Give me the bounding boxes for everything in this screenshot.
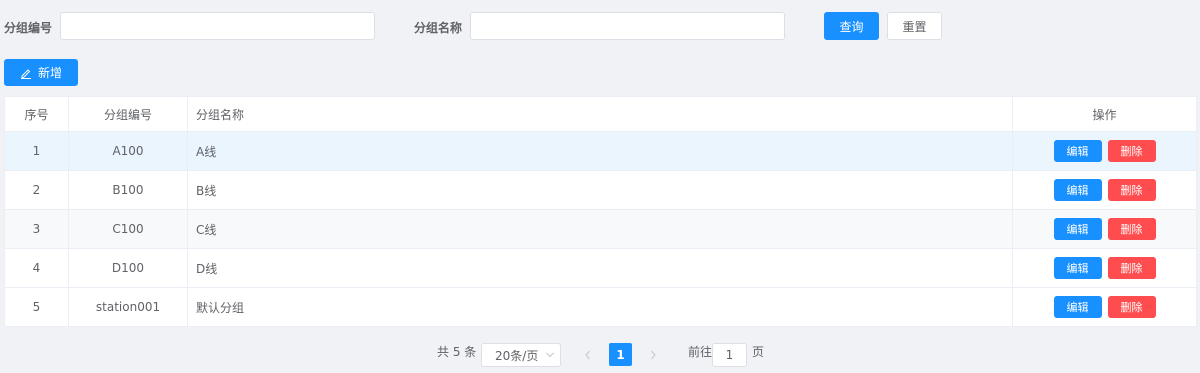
- row-code: station001: [68, 287, 188, 327]
- reset-button[interactable]: 重置: [887, 12, 942, 40]
- chevron-left-icon: [585, 350, 590, 360]
- row-name: A线: [187, 131, 1013, 171]
- row-code: B100: [68, 170, 188, 210]
- row-name: C线: [187, 209, 1013, 249]
- table-row[interactable]: 4 D100 D线 编辑 删除: [4, 248, 1197, 288]
- table-row[interactable]: 5 station001 默认分组 编辑 删除: [4, 287, 1197, 327]
- row-index: 1: [4, 131, 69, 171]
- delete-button[interactable]: 删除: [1107, 179, 1156, 201]
- chevron-right-icon: [651, 350, 656, 360]
- group-no-label: 分组编号: [4, 21, 53, 35]
- edit-icon: [20, 68, 31, 79]
- column-header-index: 序号: [4, 96, 69, 132]
- table-row[interactable]: 1 A100 A线 编辑 删除: [4, 131, 1197, 171]
- prev-page-button[interactable]: [584, 349, 592, 363]
- edit-button[interactable]: 编辑: [1053, 179, 1102, 201]
- delete-button[interactable]: 删除: [1107, 218, 1156, 240]
- row-index: 3: [4, 209, 69, 249]
- table-row[interactable]: 2 B100 B线 编辑 删除: [4, 170, 1197, 210]
- delete-button[interactable]: 删除: [1107, 296, 1156, 318]
- row-code: A100: [68, 131, 188, 171]
- page-number-current[interactable]: 1: [609, 343, 632, 366]
- edit-button[interactable]: 编辑: [1053, 140, 1102, 162]
- group-no-input[interactable]: [60, 12, 375, 40]
- table-row[interactable]: 3 C100 C线 编辑 删除: [4, 209, 1197, 249]
- row-index: 5: [4, 287, 69, 327]
- row-code: D100: [68, 248, 188, 288]
- delete-button[interactable]: 删除: [1107, 257, 1156, 279]
- query-button[interactable]: 查询: [824, 12, 879, 40]
- row-index: 2: [4, 170, 69, 210]
- edit-button[interactable]: 编辑: [1053, 257, 1102, 279]
- column-header-name: 分组名称: [187, 96, 1013, 132]
- row-index: 4: [4, 248, 69, 288]
- goto-prefix: 前往: [688, 345, 713, 359]
- group-name-label: 分组名称: [414, 21, 463, 35]
- group-name-input[interactable]: [470, 12, 785, 40]
- column-header-code: 分组编号: [68, 96, 188, 132]
- add-button[interactable]: 新增: [4, 59, 78, 86]
- next-page-button[interactable]: [649, 349, 657, 363]
- row-code: C100: [68, 209, 188, 249]
- group-table: 序号 分组编号 分组名称 操作 1 A100 A线 编辑 删除 2 B100 B…: [4, 96, 1197, 327]
- add-button-label: 新增: [37, 66, 62, 80]
- row-name: B线: [187, 170, 1013, 210]
- delete-button[interactable]: 删除: [1107, 140, 1156, 162]
- row-name: D线: [187, 248, 1013, 288]
- edit-button[interactable]: 编辑: [1053, 296, 1102, 318]
- pagination-total: 共 5 条: [437, 345, 477, 359]
- column-header-actions: 操作: [1012, 96, 1197, 132]
- goto-page-input[interactable]: [712, 343, 747, 367]
- edit-button[interactable]: 编辑: [1053, 218, 1102, 240]
- row-name: 默认分组: [187, 287, 1013, 327]
- table-header-row: 序号 分组编号 分组名称 操作: [4, 96, 1197, 132]
- goto-suffix: 页: [752, 345, 765, 359]
- page-size-value: 20条/页: [495, 348, 539, 363]
- page-size-select[interactable]: 20条/页: [481, 343, 561, 367]
- chevron-down-icon: [546, 352, 554, 358]
